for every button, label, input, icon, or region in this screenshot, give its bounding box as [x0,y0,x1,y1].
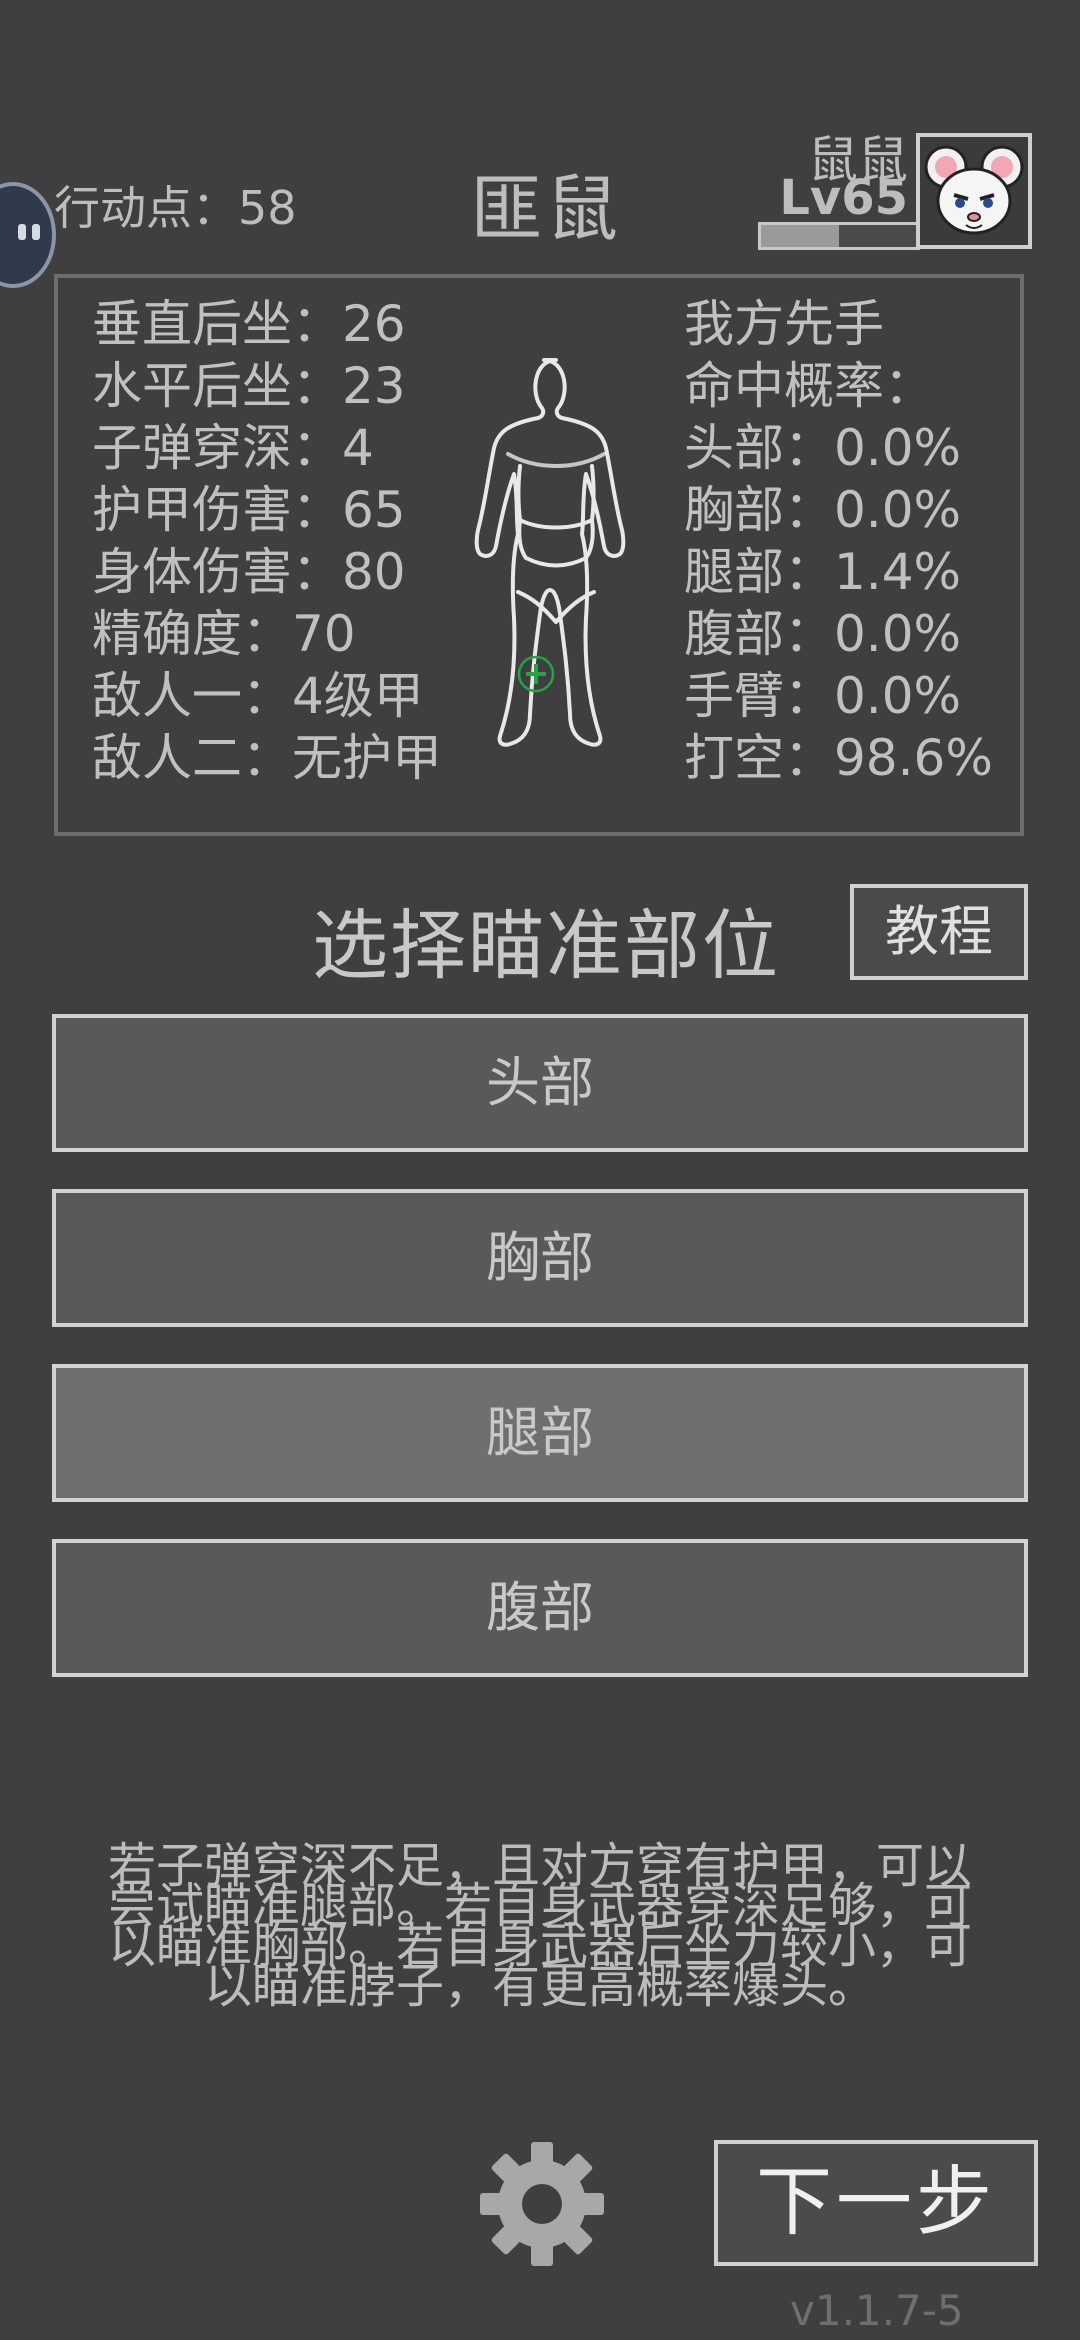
player-level: Lv65 [779,170,908,226]
aim-section-title: 选择瞄准部位 [312,901,780,990]
stat-enemy-two: 敌人二：无护甲 [92,729,442,787]
player-avatar[interactable] [916,133,1032,249]
body-silhouette [474,358,626,747]
settings-button[interactable] [478,2140,606,2268]
mouse-avatar-icon [924,145,1024,235]
tutorial-button[interactable]: 教程 [850,884,1028,980]
enemy-name: 匪鼠 [470,167,623,251]
handle-eye-icon [32,224,40,240]
floating-assistant-handle[interactable] [0,182,56,288]
next-step-button[interactable]: 下一步 [714,2140,1038,2266]
xp-bar [758,222,920,250]
aim-abdomen-button[interactable]: 腹部 [52,1539,1028,1677]
hit-miss: 打空：98.6% [684,729,993,787]
battle-stats-panel: 垂直后坐：26 水平后坐：23 子弹穿深：4 护甲伤害：65 身体伤害：80 精… [54,274,1024,836]
aim-head-button[interactable]: 头部 [52,1014,1028,1152]
xp-bar-fill [761,225,839,247]
aim-chest-button[interactable]: 胸部 [52,1189,1028,1327]
action-points: 行动点：58 [54,181,297,235]
version-label: v1.1.7-5 [790,2286,964,2335]
tip-text: 若子弹穿深不足，且对方穿有护甲，可以 尝试瞄准腿部。若自身武器穿深足够，可 以瞄… [70,1842,1010,2014]
gear-icon [480,2142,604,2266]
aim-legs-button[interactable]: 腿部 [52,1364,1028,1502]
tip-line: 以瞄准脖子，有更高概率爆头。 [203,1958,876,2014]
handle-eye-icon [18,224,26,240]
